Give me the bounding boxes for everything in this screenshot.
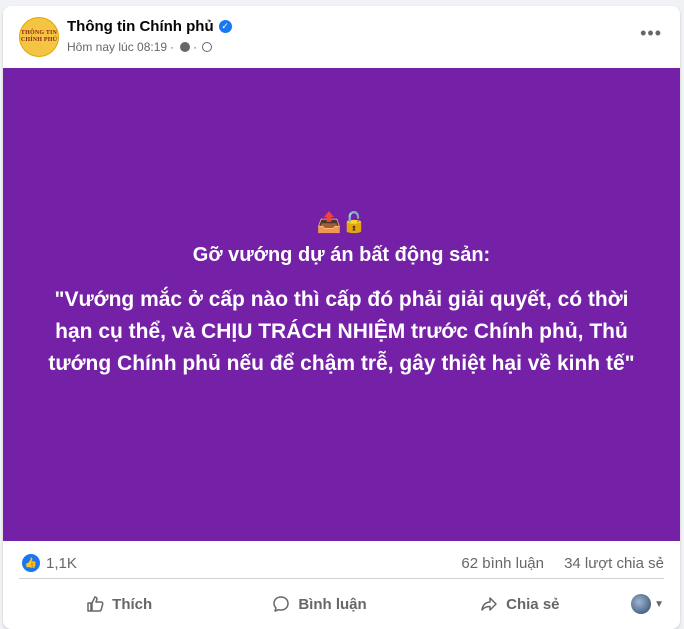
post-timestamp[interactable]: Hôm nay lúc 08:19 bbox=[67, 40, 167, 54]
avatar-text-line2: CHÍNH PHỦ bbox=[20, 37, 58, 43]
share-button[interactable]: Chia sẻ bbox=[420, 586, 620, 622]
thumbs-up-icon bbox=[87, 596, 104, 612]
clock-icon bbox=[180, 42, 191, 52]
post-emoji: 📤🔓 bbox=[316, 212, 367, 234]
reaction-count[interactable]: 1,1K bbox=[46, 555, 77, 572]
like-reaction-icon[interactable]: 👍 bbox=[22, 554, 40, 572]
meta-separator-2: · bbox=[193, 40, 198, 54]
user-avatar bbox=[631, 594, 652, 614]
like-button[interactable]: Thích bbox=[19, 586, 219, 622]
verified-badge-icon: ✓ bbox=[218, 20, 232, 33]
chevron-down-icon: ▼ bbox=[654, 598, 664, 610]
page-name[interactable]: Thông tin Chính phủ bbox=[67, 18, 214, 35]
comment-count[interactable]: 62 bình luận bbox=[461, 555, 544, 572]
profile-selector[interactable]: ▼ bbox=[620, 594, 664, 614]
meta-separator: · bbox=[170, 40, 175, 54]
comment-label: Bình luận bbox=[298, 595, 367, 613]
globe-icon[interactable] bbox=[202, 42, 213, 52]
post-headline: Gỡ vướng dự án bất động sản: bbox=[192, 244, 491, 266]
share-icon bbox=[481, 597, 497, 611]
share-count[interactable]: 34 lượt chia sẻ bbox=[564, 555, 664, 572]
like-label: Thích bbox=[112, 595, 153, 613]
avatar-text-line1: THÔNG TIN bbox=[20, 30, 58, 36]
more-options-icon[interactable]: ••• bbox=[640, 24, 662, 42]
post-actions: Thích Bình luận Chia sẻ ▼ bbox=[19, 586, 664, 622]
post-image[interactable]: 📤🔓 Gỡ vướng dự án bất động sản: "Vướng m… bbox=[3, 68, 680, 541]
page-avatar[interactable]: THÔNG TIN CHÍNH PHỦ bbox=[19, 17, 59, 57]
post-stats: 👍 1,1K 62 bình luận 34 lượt chia sẻ bbox=[19, 546, 664, 579]
post-header: THÔNG TIN CHÍNH PHỦ Thông tin Chính phủ … bbox=[3, 6, 680, 68]
post-quote: "Vướng mắc ở cấp nào thì cấp đó phải giả… bbox=[48, 288, 635, 375]
comment-icon bbox=[273, 596, 290, 612]
comment-button[interactable]: Bình luận bbox=[219, 586, 419, 622]
page-name-link[interactable]: Thông tin Chính phủ ✓ bbox=[67, 18, 232, 35]
post-card: THÔNG TIN CHÍNH PHỦ Thông tin Chính phủ … bbox=[3, 6, 680, 629]
share-label: Chia sẻ bbox=[506, 595, 560, 613]
post-meta: Hôm nay lúc 08:19 · · bbox=[67, 40, 213, 54]
